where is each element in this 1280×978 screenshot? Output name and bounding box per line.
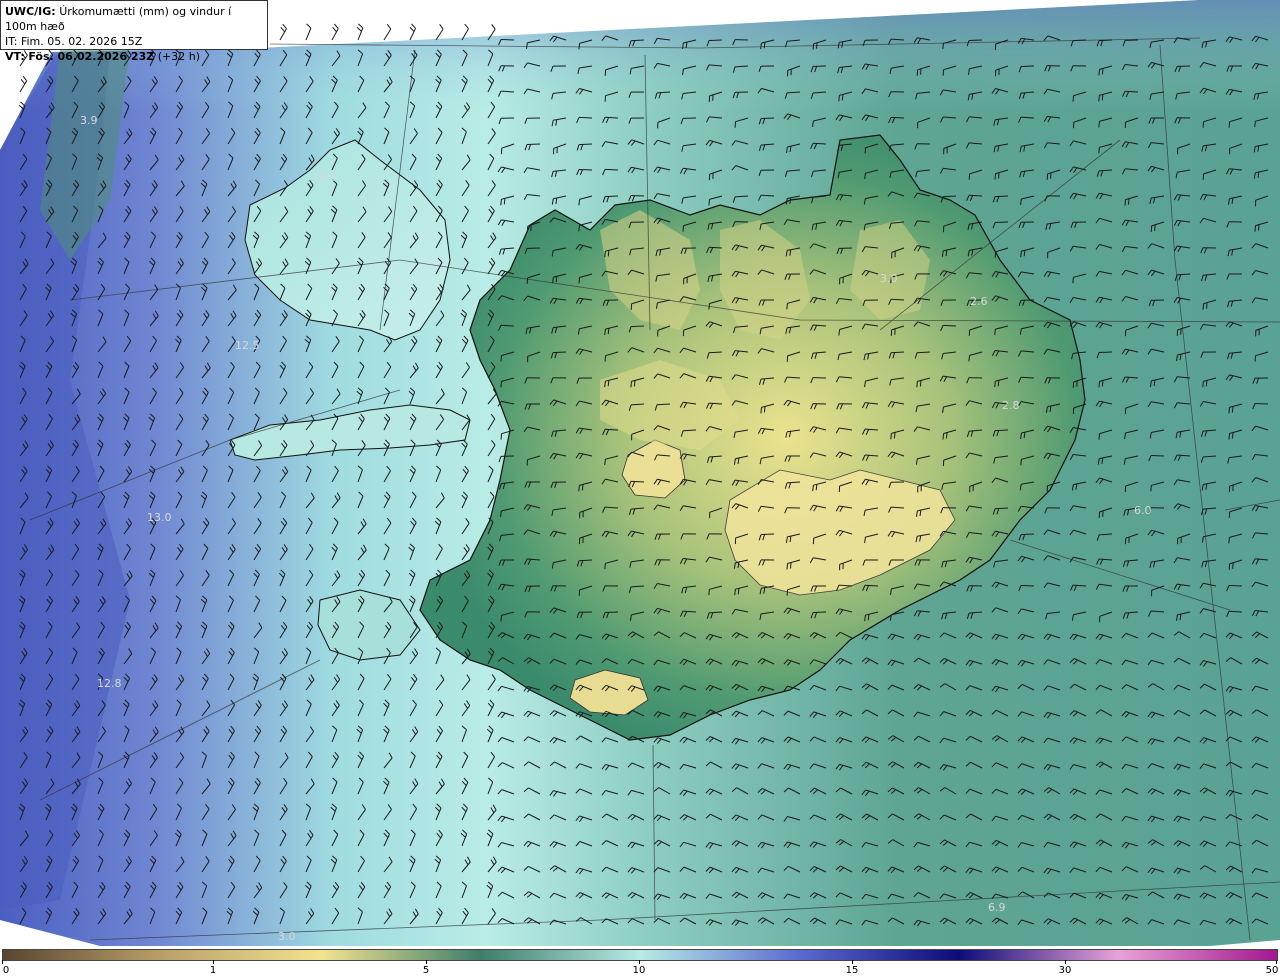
model-label: UWC/IG: [5, 5, 56, 18]
map-canvas: 3.9 12.5 12.5 13.0 12.8 3.0 2.6 2.8 6.0 … [0, 0, 1280, 948]
colorbar-tickmark [852, 960, 853, 964]
colorbar: 0 1 5 10 15 30 50 [0, 948, 1280, 978]
colorbar-tickmark [2, 960, 3, 964]
colorbar-tick-label: 0 [2, 965, 10, 976]
valid-time: Fös. 06.02.2026 23Z [28, 50, 155, 63]
colorbar-tickmark [1276, 960, 1277, 964]
colorbar-tick-label: 50 [1265, 965, 1279, 976]
map-value-label: 12.5 [312, 171, 337, 184]
map-value-label: 13.0 [147, 511, 172, 524]
map-value-label: 3.0 [278, 930, 296, 943]
map-value-label: 2.6 [970, 295, 988, 308]
map-value-label: 6.9 [988, 901, 1006, 914]
map-value-label: 2.8 [1002, 399, 1020, 412]
map-value-label: 6.0 [1134, 504, 1152, 517]
colorbar-tick-label: 1 [209, 965, 217, 976]
lead-time: (+32 h) [157, 50, 200, 63]
colorbar-tick-label: 5 [422, 965, 430, 976]
colorbar-tickmark [639, 960, 640, 964]
title-line-1: UWC/IG: Úrkomumætti (mm) og vindur í 100… [5, 4, 263, 34]
colorbar-tick-label: 15 [845, 965, 859, 976]
colorbar-tickmark [426, 960, 427, 964]
colorbar-tick-label: 30 [1058, 965, 1072, 976]
title-box: UWC/IG: Úrkomumætti (mm) og vindur í 100… [0, 0, 268, 63]
title-line-3: VT: Fös. 06.02.2026 23Z (+32 h) [5, 49, 263, 64]
colorbar-tick-label: 10 [632, 965, 646, 976]
valid-time-prefix: VT: [5, 50, 25, 63]
colorbar-gradient [2, 949, 1278, 961]
map-value-label: 3.9 [80, 114, 98, 127]
map-value-label: 3.0 [880, 272, 898, 285]
colorbar-tickmark [213, 960, 214, 964]
colorbar-tickmark [1065, 960, 1066, 964]
forecast-map: 3.9 12.5 12.5 13.0 12.8 3.0 2.6 2.8 6.0 … [0, 0, 1280, 978]
map-value-label: 12.5 [235, 339, 260, 352]
title-line-2: IT: Fim. 05. 02. 2026 15Z [5, 35, 143, 48]
map-value-label: 12.8 [97, 677, 122, 690]
